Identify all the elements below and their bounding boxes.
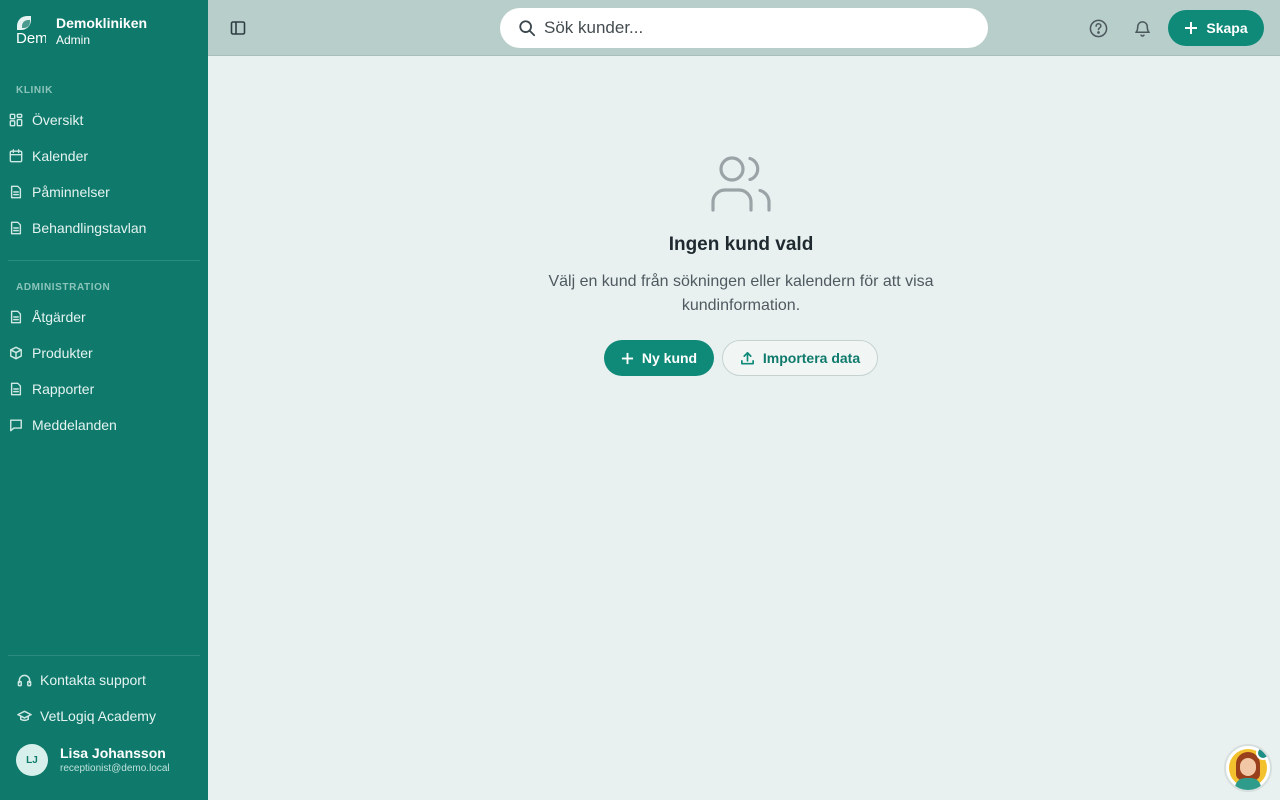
section-label-administration: ADMINISTRATION (16, 282, 111, 293)
sidebar-toggle-button[interactable] (228, 18, 248, 38)
graduation-cap-icon (16, 708, 32, 724)
user-role: Admin (56, 33, 91, 47)
sidebar: Dem Demokliniken Admin KLINIK Översikt K… (0, 0, 208, 800)
create-button[interactable]: Skapa (1168, 10, 1264, 46)
avatar: LJ (16, 744, 48, 776)
new-customer-button[interactable]: Ny kund (604, 340, 714, 376)
sidebar-item-behandlingstavlan[interactable]: Behandlingstavlan (8, 212, 200, 244)
search-input[interactable] (544, 18, 944, 38)
section-label-klinik: KLINIK (16, 85, 53, 96)
sidebar-item-rapporter[interactable]: Rapporter (8, 373, 200, 405)
clinic-name: Demokliniken (56, 15, 148, 31)
academy-label: VetLogiq Academy (40, 708, 156, 724)
calendar-icon (8, 148, 24, 164)
empty-state-title: Ingen kund vald (668, 234, 814, 255)
create-button-label: Skapa (1206, 20, 1248, 36)
sidebar-item-meddelanden[interactable]: Meddelanden (8, 409, 200, 441)
box-icon (8, 345, 24, 361)
sidebar-item-label: Översikt (32, 112, 84, 128)
upload-icon (740, 351, 754, 364)
plus-icon (1185, 22, 1198, 34)
sidebar-item-produkter[interactable]: Produkter (8, 337, 200, 369)
new-customer-label: Ny kund (641, 350, 698, 366)
document-icon (8, 309, 24, 325)
sidebar-item-label: Behandlingstavlan (32, 220, 147, 236)
sidebar-item-label: Meddelanden (32, 417, 117, 433)
sidebar-divider (8, 260, 200, 261)
sidebar-item-label: Åtgärder (32, 309, 86, 325)
sidebar-item-kalender[interactable]: Kalender (8, 140, 200, 172)
chat-badge-icon (1256, 746, 1270, 760)
headset-icon (16, 672, 32, 688)
contact-support-link[interactable]: Kontakta support (16, 666, 200, 694)
assistant-avatar-button[interactable] (1224, 744, 1272, 792)
user-profile[interactable]: LJ Lisa Johansson receptionist@demo.loca… (16, 744, 170, 776)
academy-link[interactable]: VetLogiq Academy (16, 702, 200, 730)
sidebar-item-label: Produkter (32, 345, 93, 361)
users-icon (710, 154, 772, 214)
sidebar-item-paminnelser[interactable]: Påminnelser (8, 176, 200, 208)
grid-icon (8, 112, 24, 128)
topbar: Skapa (208, 0, 1280, 56)
user-email: receptionist@demo.local (60, 763, 170, 774)
contact-support-label: Kontakta support (40, 672, 146, 688)
brand[interactable]: Dem Demokliniken Admin (16, 14, 147, 48)
plus-icon (621, 352, 633, 364)
help-icon (1089, 19, 1107, 37)
search-bar[interactable] (500, 8, 988, 48)
sidebar-item-label: Påminnelser (32, 184, 110, 200)
user-name: Lisa Johansson (60, 745, 166, 761)
import-data-button[interactable]: Importera data (722, 340, 878, 376)
document-icon (8, 184, 24, 200)
message-icon (8, 417, 24, 433)
sidebar-item-atgarder[interactable]: Åtgärder (8, 301, 200, 333)
import-data-label: Importera data (762, 350, 861, 366)
sidebar-toggle-icon (230, 21, 246, 35)
empty-state-description: Välj en kund från sökningen eller kalend… (548, 273, 934, 314)
sidebar-footer-divider (8, 655, 200, 656)
help-button[interactable] (1088, 18, 1108, 38)
document-icon (8, 381, 24, 397)
document-icon (8, 220, 24, 236)
sidebar-item-oversikt[interactable]: Översikt (8, 104, 200, 136)
clinic-logo: Dem (16, 14, 46, 46)
bell-icon (1134, 20, 1150, 37)
notifications-button[interactable] (1132, 18, 1152, 38)
search-icon (519, 20, 536, 37)
sidebar-item-label: Rapporter (32, 381, 95, 397)
sidebar-item-label: Kalender (32, 148, 89, 164)
